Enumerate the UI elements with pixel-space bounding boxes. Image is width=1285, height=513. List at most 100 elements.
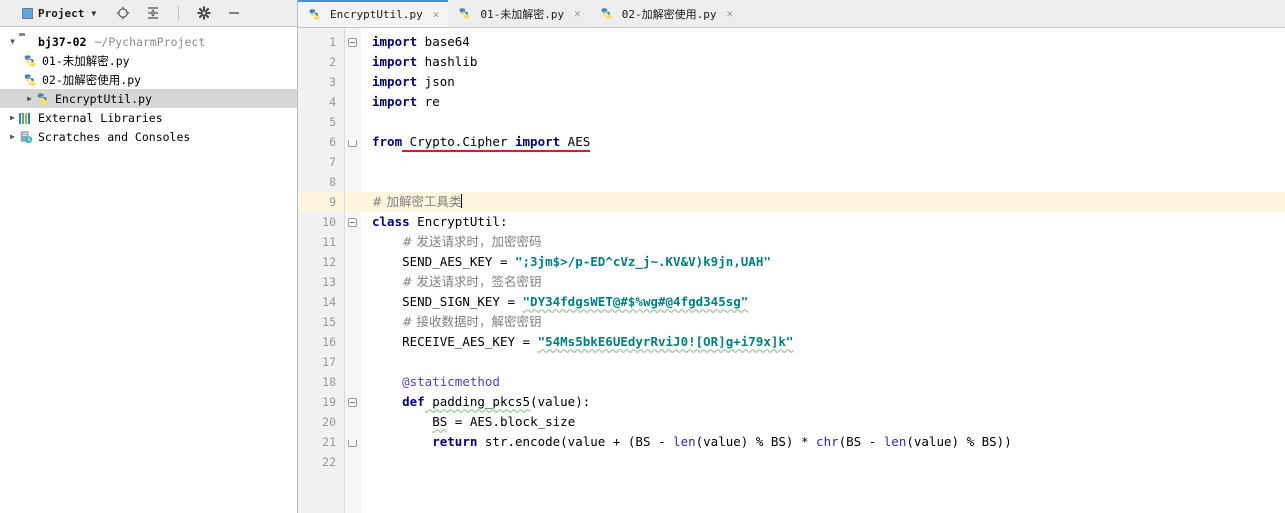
- python-file-icon: [23, 54, 37, 68]
- code-line-20: BS = AES.block_size: [361, 412, 1285, 432]
- hide-panel-icon[interactable]: [227, 6, 241, 20]
- project-tool-window-title[interactable]: Project ▼: [22, 7, 96, 20]
- project-window-icon: [22, 7, 33, 19]
- settings-gear-icon[interactable]: [197, 6, 211, 20]
- fold-marker-line-6[interactable]: [345, 132, 361, 152]
- function-params: (value):: [530, 394, 591, 409]
- fold-marker-line-10[interactable]: [345, 212, 361, 232]
- code-line-3: import json: [361, 72, 1285, 92]
- close-icon[interactable]: ✕: [433, 8, 440, 21]
- string-literal: ";3jm$>/p-ED^cVz_j~.KV&V)k9jn,UAH": [515, 254, 771, 269]
- tree-item-scratches-consoles[interactable]: ▶ Scratches and Consoles: [0, 127, 297, 146]
- string-literal: "DY34fdgsWET@#$%wg#@4fgd345sg": [522, 294, 749, 309]
- module-name: base64: [417, 34, 470, 49]
- twisty-icon[interactable]: ▶: [6, 132, 19, 141]
- libraries-icon: [19, 111, 33, 125]
- tree-item-file-02[interactable]: 02-加解密使用.py: [0, 70, 297, 89]
- code-line-9: # 加解密工具类: [361, 192, 1285, 212]
- constant-name: RECEIVE_AES_KEY =: [402, 334, 538, 349]
- close-icon[interactable]: ✕: [574, 7, 581, 20]
- line-number-gutter: 1 2 3 4 5 6 7 8 9 10 11 12 13 14 15 16 1: [298, 28, 345, 513]
- tab-label: 01-未加解密.py: [480, 7, 565, 21]
- locate-icon[interactable]: [116, 6, 130, 20]
- line-number: 15: [322, 315, 336, 329]
- fold-marker-line-1[interactable]: [345, 32, 361, 52]
- intention-bulb-icon[interactable]: [373, 175, 384, 189]
- keyword-class: class: [372, 214, 410, 229]
- tree-item-file-01[interactable]: 01-未加解密.py: [0, 51, 297, 70]
- expr-part: str.encode(value + (BS -: [477, 434, 674, 449]
- line-number: 2: [329, 55, 336, 69]
- line-number: 13: [322, 275, 336, 289]
- tab-01-unencrypted[interactable]: 01-未加解密.py ✕: [448, 0, 590, 27]
- text-caret: [461, 194, 463, 208]
- code-line-8: [361, 172, 1285, 192]
- tab-label: EncryptUtil.py: [330, 8, 423, 21]
- code-line-21: return str.encode(value + (BS - len(valu…: [361, 432, 1285, 452]
- line-number: 21: [322, 435, 336, 449]
- close-icon[interactable]: ✕: [726, 7, 733, 20]
- tree-item-label: External Libraries: [38, 110, 163, 125]
- keyword-import: import: [372, 74, 418, 89]
- python-file-icon: [600, 7, 614, 21]
- tab-02-encrypt-usage[interactable]: 02-加解密使用.py ✕: [589, 0, 743, 27]
- code-line-2: import hashlib: [361, 52, 1285, 72]
- variable-name: BS: [432, 414, 448, 429]
- tree-item-label: EncryptUtil.py: [55, 91, 152, 106]
- expr-part: (BS -: [838, 434, 884, 449]
- code-text-area[interactable]: import base64 import hashlib import json…: [361, 28, 1285, 513]
- chevron-down-icon[interactable]: ▼: [91, 9, 96, 18]
- tree-item-project-root[interactable]: ▼ bj37-02 ~/PycharmProject: [0, 32, 297, 51]
- ide-body: Project ▼ ▼ bj37-02 ~/PycharmProject 01-…: [0, 0, 1285, 513]
- line-number: 5: [329, 115, 336, 129]
- line-number: 14: [322, 295, 336, 309]
- editor-pane: EncryptUtil.py ✕ 01-未加解密.py ✕ 02-加解密使用.p…: [298, 0, 1285, 513]
- code-editor[interactable]: 1 2 3 4 5 6 7 8 9 10 11 12 13 14 15 16 1: [298, 28, 1285, 513]
- comment-text: # 加解密工具类: [372, 194, 462, 209]
- line-number: 7: [329, 155, 336, 169]
- toolbar-divider: [178, 5, 180, 21]
- line-number: 20: [322, 415, 336, 429]
- code-line-6: from Crypto.Cipher import AES: [361, 132, 1285, 152]
- twisty-icon[interactable]: ▼: [6, 37, 19, 46]
- line-number: 1: [329, 35, 336, 49]
- constant-name: SEND_AES_KEY =: [402, 254, 515, 269]
- tab-encryptutil[interactable]: EncryptUtil.py ✕: [298, 0, 449, 27]
- expr-part: (value) % BS)): [906, 434, 1012, 449]
- keyword-def: def: [402, 394, 425, 409]
- project-title-label: Project: [38, 6, 85, 20]
- fold-marker-line-21[interactable]: [345, 432, 361, 452]
- comment-text: # 发送请求时，加密密码: [402, 234, 542, 249]
- line-number: 8: [329, 175, 336, 189]
- module-name: hashlib: [417, 54, 478, 69]
- keyword-import: import: [372, 54, 418, 69]
- line-number: 3: [329, 75, 336, 89]
- builtin-len: len: [883, 434, 907, 449]
- twisty-icon[interactable]: ▶: [6, 113, 19, 122]
- code-line-14: SEND_SIGN_KEY = "DY34fdgsWET@#$%wg#@4fgd…: [361, 292, 1285, 312]
- code-line-1: import base64: [361, 32, 1285, 52]
- python-file-icon: [23, 73, 37, 87]
- line-number: 22: [322, 455, 336, 469]
- project-toolbar-actions: [116, 5, 241, 21]
- scratches-icon: [19, 130, 33, 144]
- tree-item-file-encryptutil[interactable]: ▶ EncryptUtil.py: [0, 89, 297, 108]
- line-number: 19: [322, 395, 336, 409]
- code-folding-gutter[interactable]: [345, 28, 361, 513]
- assignment-expr: = AES.block_size: [447, 414, 576, 429]
- line-number: 4: [329, 95, 336, 109]
- code-line-10: class EncryptUtil:: [361, 212, 1285, 232]
- fold-marker-line-19[interactable]: [345, 392, 361, 412]
- function-name: padding_pkcs5: [424, 394, 531, 409]
- twisty-icon[interactable]: ▶: [23, 94, 36, 103]
- collapse-all-icon[interactable]: [146, 6, 160, 20]
- builtin-len: len: [673, 434, 696, 449]
- line-number: 9: [298, 192, 344, 212]
- unresolved-package-name: Crypto.Cipher: [402, 134, 515, 152]
- tree-item-label: 01-未加解密.py: [42, 53, 130, 68]
- tree-item-external-libraries[interactable]: ▶ External Libraries: [0, 108, 297, 127]
- code-line-18: @staticmethod: [361, 372, 1285, 392]
- line-number: 17: [322, 355, 336, 369]
